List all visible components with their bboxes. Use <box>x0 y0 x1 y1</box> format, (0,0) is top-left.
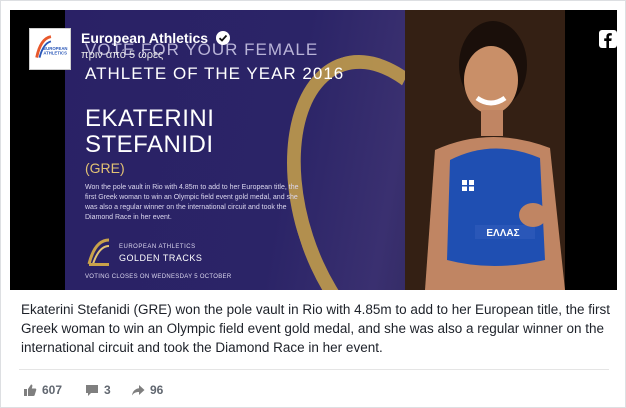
comments-count[interactable]: 3 <box>85 381 125 399</box>
golden-tracks-logo <box>87 238 110 266</box>
comments-value: 3 <box>104 383 111 397</box>
golden-tracks-brand: EUROPEAN ATHLETICS GOLDEN TRACKS <box>85 236 285 270</box>
bib-text: ΕΛΛΑΣ <box>486 228 519 239</box>
post-caption: Ekaterini Stefanidi (GRE) won the pole v… <box>21 302 611 355</box>
facebook-icon[interactable] <box>599 30 617 48</box>
athlete-last-name: STEFANIDI <box>85 131 214 158</box>
brand-line-2: GOLDEN TRACKS <box>119 253 203 263</box>
post-image[interactable]: ΕΛΛΑΣ VOTE FOR YOUR FEMALE ATHLETE OF TH… <box>10 10 617 290</box>
athlete-country: (GRE) <box>85 160 125 176</box>
voting-notice: VOTING CLOSES ON WEDNESDAY 5 OCTOBER <box>85 274 232 280</box>
likes-value: 607 <box>42 383 63 397</box>
divider <box>19 369 609 370</box>
like-icon <box>24 384 37 396</box>
verified-icon <box>216 31 230 45</box>
athlete-first-name: EKATERINI <box>85 105 215 132</box>
page-name-link[interactable]: European Athletics <box>81 30 208 46</box>
share-icon <box>132 385 145 396</box>
engagement-stats: 607 3 96 <box>23 381 223 399</box>
post-header: EUROPEAN ATHLETICS European Athletics πρ… <box>19 19 617 79</box>
shares-value: 96 <box>150 383 164 397</box>
shares-count[interactable]: 96 <box>131 381 181 399</box>
likes-count[interactable]: 607 <box>23 381 73 399</box>
logo-text-2: ATHLETICS <box>43 51 67 56</box>
page-avatar[interactable]: EUROPEAN ATHLETICS <box>29 28 71 70</box>
brand-line-1: EUROPEAN ATHLETICS <box>119 244 196 250</box>
post-timestamp[interactable]: πριν από 5 ώρες <box>81 49 163 61</box>
european-athletics-logo: EUROPEAN ATHLETICS <box>35 35 68 58</box>
poster-blurb: Won the pole vault in Rio with 4.85m to … <box>85 184 299 221</box>
athlete-name: EKATERINI STEFANIDI <box>85 106 335 158</box>
facebook-post: ΕΛΛΑΣ VOTE FOR YOUR FEMALE ATHLETE OF TH… <box>0 0 626 408</box>
comment-icon <box>86 385 98 396</box>
